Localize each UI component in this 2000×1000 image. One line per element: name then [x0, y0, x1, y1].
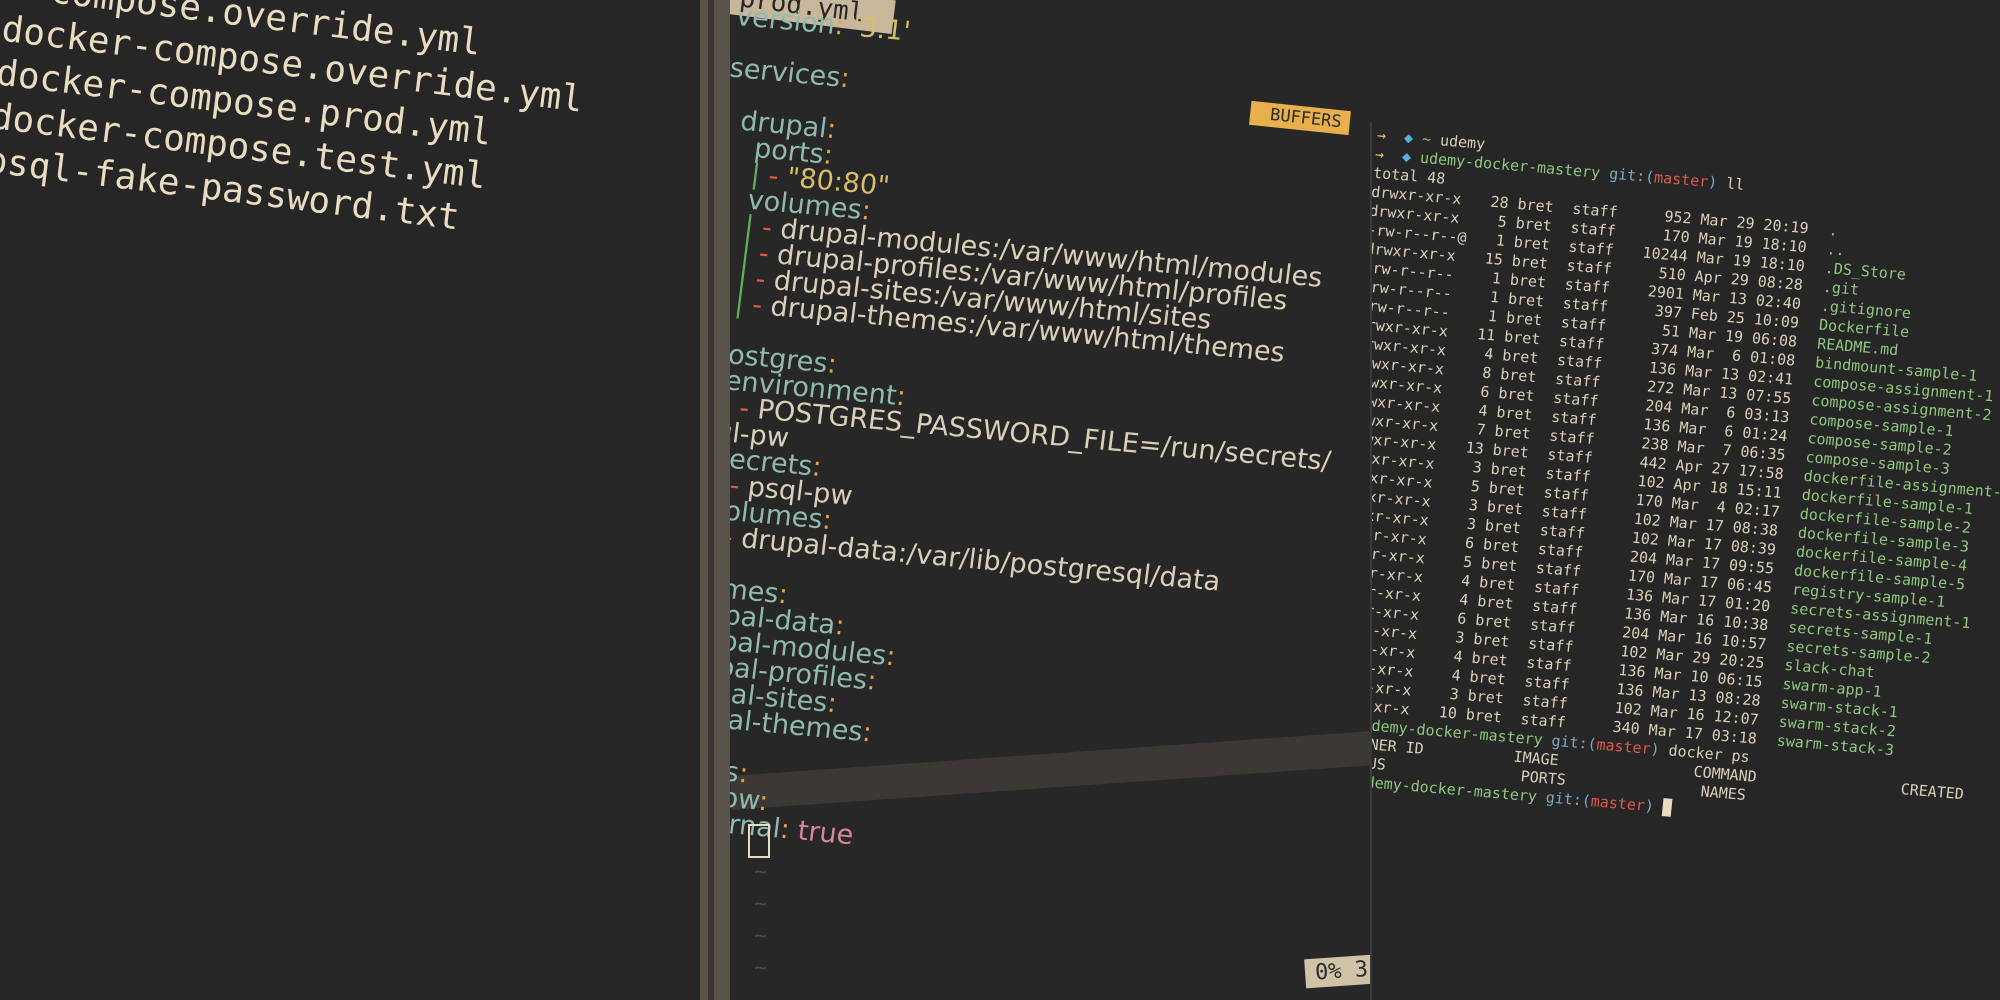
- file-list: r-compose.override.yml docker-compose.ov…: [0, 0, 591, 254]
- ls-n: 1: [1489, 287, 1500, 307]
- ls-n: 3: [1466, 514, 1477, 534]
- ls-n: 1: [1491, 269, 1502, 288]
- ls-name[interactable]: .git: [1822, 278, 1860, 299]
- file-list-pane: r-compose.override.yml docker-compose.ov…: [0, 0, 700, 1000]
- ls-n: 4: [1483, 344, 1495, 364]
- ls-n: 4: [1450, 666, 1462, 685]
- ls-n: 3: [1454, 628, 1466, 647]
- ls-n: 5: [1469, 477, 1481, 496]
- ls-n: 6: [1479, 382, 1491, 402]
- ls-n: 3: [1468, 495, 1479, 515]
- empty-line-marker: ~: [754, 924, 768, 949]
- ls-n: 3: [1448, 684, 1460, 704]
- ls-n: 4: [1477, 401, 1489, 421]
- terminal-pane[interactable]: → ◆ ~ udemy → ◆ udemy-docker-mastery git…: [1370, 122, 2000, 1000]
- text-cursor: [748, 824, 770, 858]
- empty-line-marker: ~: [754, 892, 768, 917]
- ls-listing: drwxr-xr-x 28 bret staff 952 Mar 29 20:1…: [1372, 183, 2000, 768]
- ls-n: 4: [1460, 571, 1472, 591]
- ls-name[interactable]: .: [1828, 221, 1839, 240]
- ls-n: 10: [1437, 703, 1458, 723]
- pane-divider[interactable]: [700, 0, 730, 1000]
- ls-n: 5: [1462, 552, 1474, 572]
- ls-n: 1: [1494, 231, 1506, 250]
- empty-line-marker: ~: [754, 956, 768, 981]
- ls-n: 1: [1487, 306, 1499, 326]
- status-percent: 0%: [1314, 958, 1343, 986]
- ls-n: 28: [1489, 192, 1510, 213]
- ls-n: 13: [1464, 438, 1485, 458]
- ls-n: 5: [1496, 212, 1508, 232]
- yaml-code[interactable]: version: '3.1' services: drupal: ports: …: [730, 1, 1381, 888]
- ls-n: 15: [1484, 249, 1504, 269]
- ls-n: 6: [1464, 533, 1476, 553]
- ls-n: 11: [1476, 325, 1497, 345]
- ls-n: 4: [1452, 647, 1464, 666]
- ls-n: 6: [1456, 609, 1468, 629]
- ls-name[interactable]: ..: [1826, 240, 1846, 259]
- ls-n: 7: [1475, 420, 1487, 439]
- terminal-output: → ◆ ~ udemy → ◆ udemy-docker-mastery git…: [1372, 126, 2000, 843]
- ls-n: 4: [1458, 590, 1470, 610]
- vim-editor-pane[interactable]: prod.yml version: '3.1' services: drupal…: [730, 0, 2000, 1000]
- empty-line-marker: ~: [754, 860, 768, 885]
- ls-n: 8: [1481, 363, 1493, 383]
- ls-n: 3: [1471, 458, 1483, 477]
